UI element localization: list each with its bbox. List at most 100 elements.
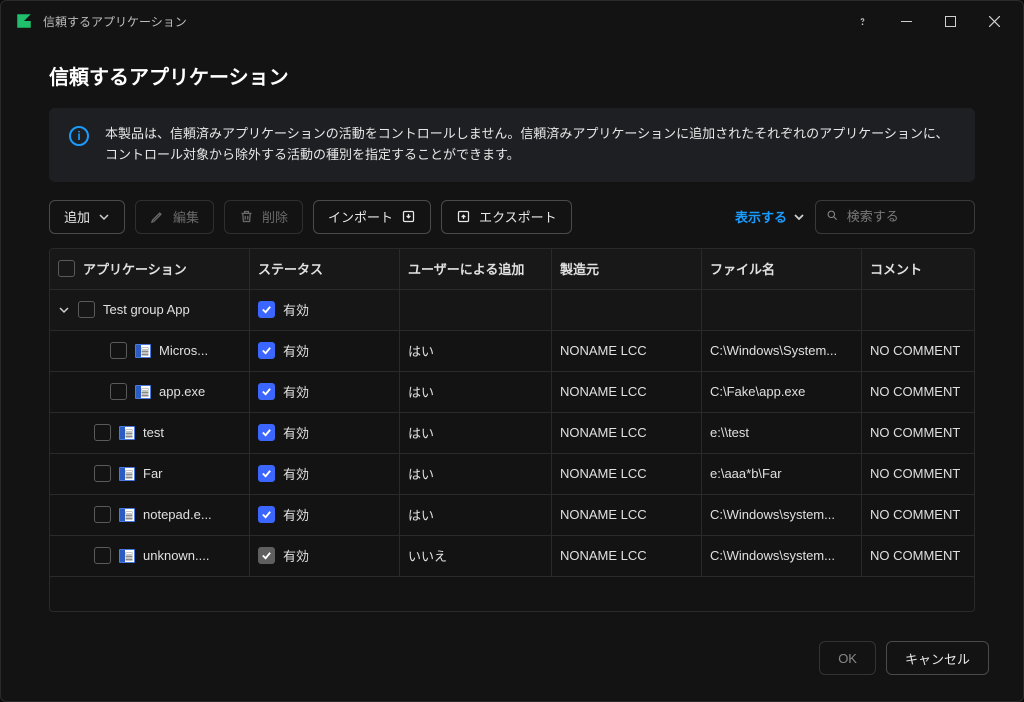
table-row[interactable]: Far有効はいNONAME LCCe:\aaa*b\FarNO COMMENT bbox=[50, 454, 974, 495]
table-row[interactable]: notepad.e...有効はいNONAME LCCC:\Windows\sys… bbox=[50, 495, 974, 536]
cell-comment: NO COMMENT bbox=[862, 536, 975, 576]
footer: OK キャンセル bbox=[1, 619, 1023, 701]
add-label: 追加 bbox=[64, 207, 90, 226]
row-checkbox[interactable] bbox=[94, 424, 111, 441]
add-button[interactable]: 追加 bbox=[49, 200, 125, 234]
pencil-icon bbox=[150, 209, 165, 224]
cell-vendor: NONAME LCC bbox=[552, 331, 702, 371]
th-status[interactable]: ステータス bbox=[250, 249, 400, 289]
table: アプリケーション ステータス ユーザーによる追加 製造元 ファイル名 コメント … bbox=[49, 248, 975, 612]
close-button[interactable] bbox=[973, 6, 1015, 36]
show-label: 表示する bbox=[735, 207, 787, 226]
app-name: Far bbox=[143, 466, 163, 481]
status-checkbox[interactable] bbox=[258, 301, 275, 318]
th-vendor[interactable]: 製造元 bbox=[552, 249, 702, 289]
app-icon bbox=[135, 385, 151, 399]
table-row[interactable]: test有効はいNONAME LCCe:\\testNO COMMENT bbox=[50, 413, 974, 454]
ok-button[interactable]: OK bbox=[819, 641, 876, 675]
cell-user-added: はい bbox=[400, 413, 552, 453]
delete-button[interactable]: 削除 bbox=[224, 200, 303, 234]
export-button[interactable]: エクスポート bbox=[441, 200, 572, 234]
edit-label: 編集 bbox=[173, 207, 199, 226]
minimize-button[interactable] bbox=[885, 6, 927, 36]
th-app[interactable]: アプリケーション bbox=[50, 249, 250, 289]
status-checkbox[interactable] bbox=[258, 465, 275, 482]
cell-filename: e:\aaa*b\Far bbox=[702, 454, 862, 494]
import-button[interactable]: インポート bbox=[313, 200, 431, 234]
app-name: app.exe bbox=[159, 384, 205, 399]
content: 信頼するアプリケーション i 本製品は、信頼済みアプリケーションの活動をコントロ… bbox=[1, 41, 1023, 619]
row-checkbox[interactable] bbox=[110, 383, 127, 400]
row-checkbox[interactable] bbox=[94, 465, 111, 482]
cell-vendor: NONAME LCC bbox=[552, 536, 702, 576]
cell-user-added: はい bbox=[400, 372, 552, 412]
th-comment[interactable]: コメント bbox=[862, 249, 975, 289]
cell-user-added: いいえ bbox=[400, 536, 552, 576]
help-button[interactable] bbox=[841, 6, 883, 36]
table-row[interactable]: app.exe 有効 はいNONAME LCCC:\Fake\app.exeNO C… bbox=[50, 372, 974, 413]
status-label: 有効 bbox=[283, 464, 309, 483]
cancel-button[interactable]: キャンセル bbox=[886, 641, 989, 675]
cell-user-added: はい bbox=[400, 331, 552, 371]
cell-vendor: NONAME LCC bbox=[552, 372, 702, 412]
cell-comment: NO COMMENT bbox=[862, 454, 975, 494]
status-label: 有効 bbox=[283, 382, 309, 401]
delete-label: 削除 bbox=[262, 207, 288, 226]
app-name: unknown.... bbox=[143, 548, 210, 563]
cell-filename: C:\Windows\system... bbox=[702, 495, 862, 535]
info-banner: i 本製品は、信頼済みアプリケーションの活動をコントロールしません。信頼済みアプ… bbox=[49, 108, 975, 182]
maximize-button[interactable] bbox=[929, 6, 971, 36]
trash-icon bbox=[239, 209, 254, 224]
status-checkbox[interactable] bbox=[258, 383, 275, 400]
cell-comment: NO COMMENT bbox=[862, 413, 975, 453]
status-checkbox[interactable] bbox=[258, 547, 275, 564]
th-app-label: アプリケーション bbox=[83, 259, 187, 278]
search-box[interactable] bbox=[815, 200, 975, 234]
status-checkbox[interactable] bbox=[258, 424, 275, 441]
table-body: Micros...有効はいNONAME LCCC:\Windows\System… bbox=[50, 331, 974, 577]
table-spacer bbox=[50, 577, 974, 611]
import-label: インポート bbox=[328, 207, 393, 226]
row-checkbox[interactable] bbox=[94, 506, 111, 523]
status-label: 有効 bbox=[283, 505, 309, 524]
cell-filename: C:\Fake\app.exe bbox=[702, 372, 862, 412]
cell-vendor: NONAME LCC bbox=[552, 495, 702, 535]
row-checkbox[interactable] bbox=[110, 342, 127, 359]
table-row[interactable]: Micros... 有効 はいNONAME LCCC:\Windows\System… bbox=[50, 331, 974, 372]
cell-user-added: はい bbox=[400, 495, 552, 535]
app-name: test bbox=[143, 425, 164, 440]
expand-icon[interactable] bbox=[58, 304, 70, 316]
search-icon bbox=[826, 209, 839, 224]
cell-vendor: NONAME LCC bbox=[552, 413, 702, 453]
info-icon: i bbox=[69, 126, 89, 146]
cell-comment: NO COMMENT bbox=[862, 331, 975, 371]
row-checkbox[interactable] bbox=[94, 547, 111, 564]
show-dropdown[interactable]: 表示する bbox=[735, 207, 805, 226]
status-checkbox[interactable] bbox=[258, 342, 275, 359]
window-controls bbox=[841, 6, 1015, 36]
chevron-down-icon bbox=[793, 211, 805, 223]
app-icon bbox=[119, 467, 135, 481]
import-icon bbox=[401, 209, 416, 224]
status-label: 有効 bbox=[283, 341, 309, 360]
app-icon bbox=[119, 426, 135, 440]
status-checkbox[interactable] bbox=[258, 506, 275, 523]
app-logo-icon bbox=[15, 12, 33, 30]
select-all-checkbox[interactable] bbox=[58, 260, 75, 277]
info-text: 本製品は、信頼済みアプリケーションの活動をコントロールしません。信頼済みアプリケ… bbox=[105, 124, 955, 166]
edit-button[interactable]: 編集 bbox=[135, 200, 214, 234]
th-user-added[interactable]: ユーザーによる追加 bbox=[400, 249, 552, 289]
th-filename[interactable]: ファイル名 bbox=[702, 249, 862, 289]
table-group-row[interactable]: Test group App 有効 bbox=[50, 290, 974, 331]
row-checkbox[interactable] bbox=[78, 301, 95, 318]
search-input[interactable] bbox=[847, 209, 964, 224]
cell-filename: C:\Windows\System... bbox=[702, 331, 862, 371]
table-row[interactable]: unknown....有効いいえNONAME LCCC:\Windows\sys… bbox=[50, 536, 974, 577]
app-icon bbox=[119, 508, 135, 522]
app-name: Micros... bbox=[159, 343, 208, 358]
window: 信頼するアプリケーション 信頼するアプリケーション i 本製品は、信頼済みアプリ… bbox=[0, 0, 1024, 702]
status-label: 有効 bbox=[283, 546, 309, 565]
group-status: 有効 bbox=[283, 300, 309, 319]
status-label: 有効 bbox=[283, 423, 309, 442]
cell-comment: NO COMMENT bbox=[862, 372, 975, 412]
